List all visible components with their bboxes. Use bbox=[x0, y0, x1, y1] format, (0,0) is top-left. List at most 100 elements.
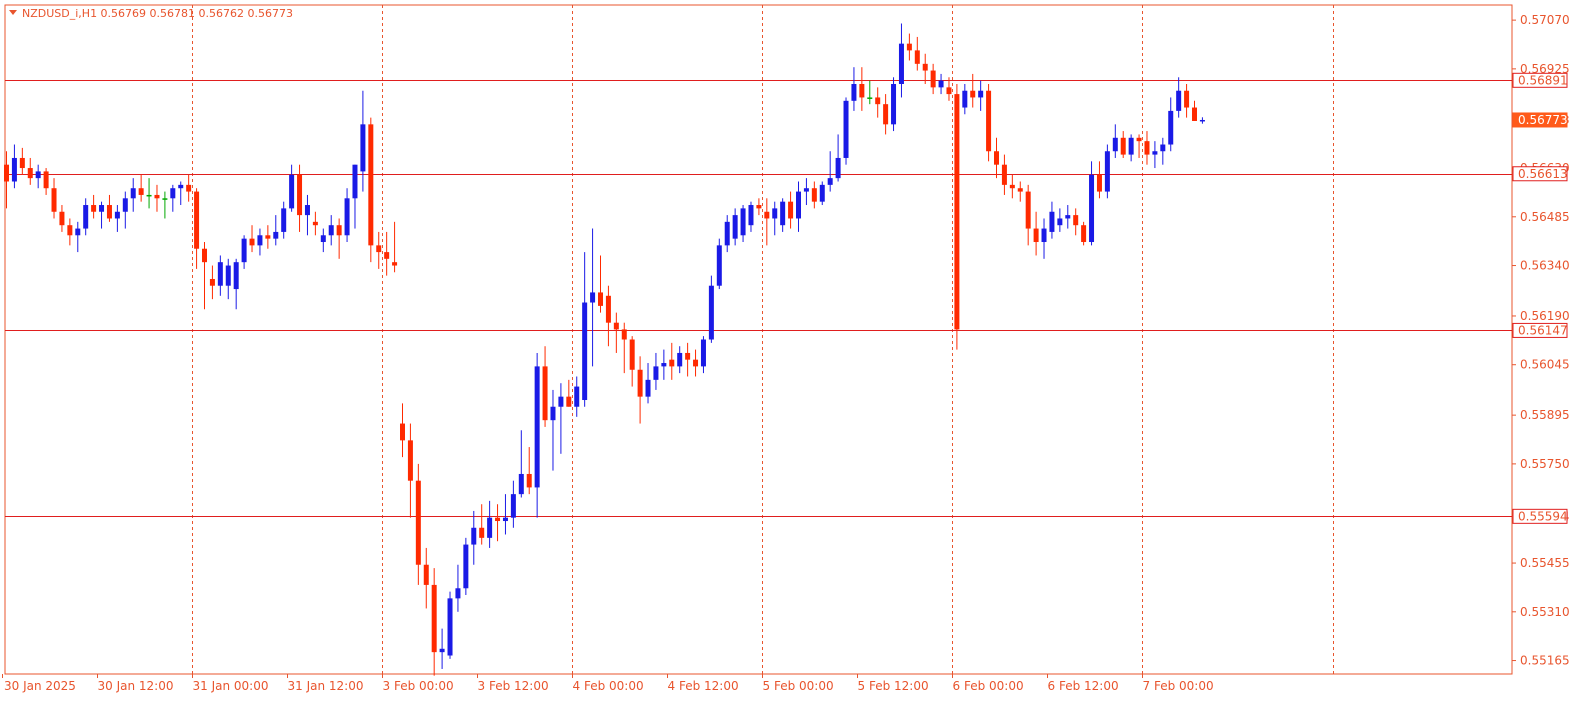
candle-body[interactable] bbox=[558, 396, 564, 407]
candle-body[interactable] bbox=[898, 43, 904, 85]
candle-body[interactable] bbox=[669, 359, 675, 367]
candle-body[interactable] bbox=[407, 440, 413, 481]
candle-body[interactable] bbox=[431, 584, 437, 653]
chart[interactable]: 0.570700.569250.567730.566300.564850.563… bbox=[0, 0, 1586, 708]
candle-body[interactable] bbox=[1001, 164, 1007, 185]
candle-body[interactable] bbox=[843, 100, 849, 158]
candle-body[interactable] bbox=[764, 211, 770, 219]
candle-body[interactable] bbox=[1009, 184, 1015, 189]
candle-body[interactable] bbox=[1168, 110, 1174, 145]
candle-body[interactable] bbox=[1199, 119, 1205, 122]
candle-body[interactable] bbox=[518, 473, 524, 495]
candle-body[interactable] bbox=[51, 188, 57, 212]
candle-body[interactable] bbox=[328, 225, 334, 236]
candle-body[interactable] bbox=[67, 225, 73, 236]
candle-body[interactable] bbox=[700, 339, 706, 367]
candle-body[interactable] bbox=[653, 366, 659, 380]
candle-body[interactable] bbox=[186, 184, 192, 192]
candle-body[interactable] bbox=[75, 228, 81, 236]
candle-body[interactable] bbox=[962, 90, 968, 108]
candle-body[interactable] bbox=[1184, 90, 1190, 108]
candle-body[interactable] bbox=[27, 168, 33, 179]
candle-body[interactable] bbox=[352, 164, 358, 199]
candle-body[interactable] bbox=[970, 90, 976, 98]
candle-body[interactable] bbox=[550, 406, 556, 421]
candle-body[interactable] bbox=[978, 90, 984, 98]
candle-body[interactable] bbox=[542, 366, 548, 421]
candle-body[interactable] bbox=[439, 648, 445, 653]
candle-body[interactable] bbox=[1017, 188, 1023, 192]
candle-body[interactable] bbox=[756, 205, 762, 209]
candle-body[interactable] bbox=[883, 104, 889, 125]
candle-body[interactable] bbox=[1112, 137, 1118, 152]
candle-body[interactable] bbox=[906, 43, 912, 51]
candle-body[interactable] bbox=[368, 124, 374, 246]
candle-body[interactable] bbox=[225, 265, 231, 286]
candle-body[interactable] bbox=[510, 494, 516, 518]
candle-body[interactable] bbox=[106, 205, 112, 219]
candle-body[interactable] bbox=[217, 262, 223, 286]
candle-body[interactable] bbox=[178, 184, 184, 189]
candle-body[interactable] bbox=[922, 63, 928, 71]
candle-body[interactable] bbox=[1041, 228, 1047, 243]
candle-body[interactable] bbox=[360, 124, 366, 172]
candle-body[interactable] bbox=[891, 84, 897, 125]
candle-body[interactable] bbox=[170, 188, 176, 199]
candle-body[interactable] bbox=[1192, 107, 1197, 121]
candle-body[interactable] bbox=[819, 184, 825, 202]
candle-body[interactable] bbox=[415, 480, 421, 565]
candle-body[interactable] bbox=[803, 188, 809, 192]
candle-body[interactable] bbox=[209, 278, 215, 286]
candle-body[interactable] bbox=[1160, 144, 1166, 152]
candle-body[interactable] bbox=[598, 292, 603, 306]
candle-body[interactable] bbox=[938, 80, 944, 88]
candle-body[interactable] bbox=[257, 235, 263, 246]
candle-body[interactable] bbox=[35, 171, 41, 179]
candle-body[interactable] bbox=[740, 208, 746, 236]
candle-body[interactable] bbox=[320, 235, 326, 243]
candle-body[interactable] bbox=[4, 164, 9, 182]
candle-body[interactable] bbox=[748, 205, 754, 226]
candle-body[interactable] bbox=[423, 564, 429, 585]
candle-body[interactable] bbox=[875, 97, 881, 105]
candle-body[interactable] bbox=[732, 215, 738, 239]
candle-body[interactable] bbox=[281, 208, 287, 232]
candle-body[interactable] bbox=[99, 205, 105, 212]
candle-body[interactable] bbox=[384, 252, 390, 259]
candle-body[interactable] bbox=[138, 188, 144, 195]
candle-body[interactable] bbox=[526, 473, 532, 488]
candle-body[interactable] bbox=[1136, 137, 1142, 142]
candle-body[interactable] bbox=[146, 194, 152, 197]
candle-body[interactable] bbox=[241, 238, 247, 263]
candle-body[interactable] bbox=[811, 188, 817, 202]
candle-body[interactable] bbox=[249, 238, 255, 246]
candle-body[interactable] bbox=[487, 517, 493, 538]
candle-body[interactable] bbox=[716, 245, 722, 286]
candle-body[interactable] bbox=[661, 363, 667, 367]
candle-body[interactable] bbox=[780, 201, 786, 226]
candle-body[interactable] bbox=[312, 221, 318, 226]
candle-body[interactable] bbox=[376, 245, 382, 253]
candle-body[interactable] bbox=[613, 322, 619, 330]
candle-body[interactable] bbox=[1073, 215, 1079, 226]
candle-body[interactable] bbox=[851, 84, 857, 101]
candle-body[interactable] bbox=[1033, 228, 1039, 243]
candle-body[interactable] bbox=[1049, 211, 1055, 232]
candle-body[interactable] bbox=[867, 97, 873, 99]
candle-body[interactable] bbox=[289, 174, 295, 209]
candle-body[interactable] bbox=[629, 339, 635, 370]
candle-body[interactable] bbox=[1081, 225, 1087, 243]
candle-body[interactable] bbox=[122, 198, 128, 212]
candle-body[interactable] bbox=[1025, 191, 1031, 229]
candle-body[interactable] bbox=[946, 87, 952, 95]
candle-body[interactable] bbox=[479, 527, 485, 538]
candle-body[interactable] bbox=[621, 329, 627, 340]
candle-body[interactable] bbox=[91, 205, 97, 212]
candle-body[interactable] bbox=[994, 151, 999, 165]
candle-body[interactable] bbox=[59, 211, 65, 226]
candle-body[interactable] bbox=[986, 90, 992, 152]
candle-body[interactable] bbox=[304, 205, 310, 216]
candle-body[interactable] bbox=[194, 191, 200, 249]
candle-body[interactable] bbox=[1176, 90, 1182, 111]
candle-body[interactable] bbox=[11, 157, 17, 182]
